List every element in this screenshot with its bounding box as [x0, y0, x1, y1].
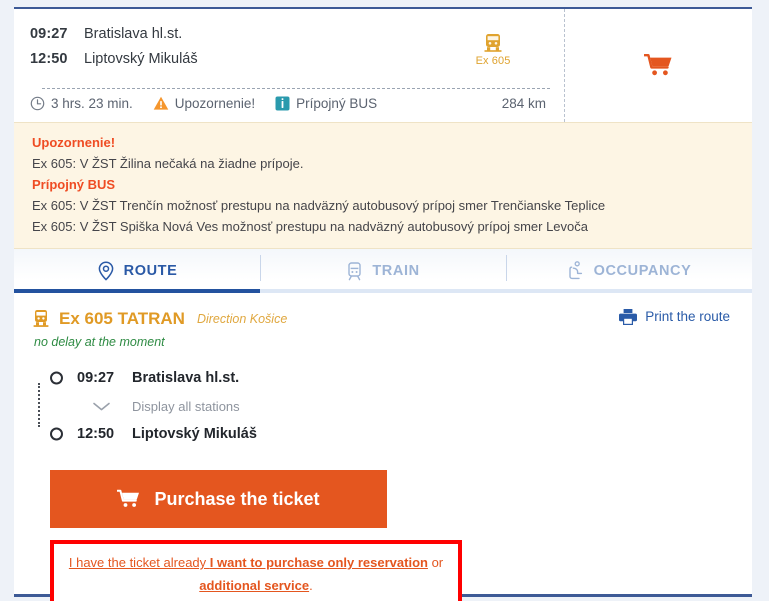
bus-connection-text: Prípojný BUS: [296, 96, 378, 111]
cart-cell[interactable]: [566, 9, 752, 122]
station-connector-line: [38, 383, 40, 428]
departure-time: 09:27: [30, 26, 68, 42]
print-route-label: Print the route: [645, 309, 730, 325]
station-row-departure: 09:27 Bratislava hl.st.: [50, 365, 734, 391]
tab-route-label: ROUTE: [123, 263, 178, 280]
tab-route[interactable]: ROUTE: [14, 249, 260, 294]
connection-card: 09:27 Bratislava hl.st. 12:50 Liptovský …: [14, 7, 752, 601]
reservation-plain-text: I have the ticket already: [68, 555, 210, 571]
train-icon: [458, 33, 528, 53]
notice-line-3: Ex 605: V ŽST Spiška Nová Ves možnosť pr…: [32, 219, 588, 235]
station-time: 09:27: [77, 370, 115, 387]
seated-person-icon: [567, 261, 585, 281]
tab-train-label: TRAIN: [372, 263, 420, 280]
chevron-down-icon[interactable]: [77, 401, 132, 412]
shopping-cart-icon: [117, 489, 141, 510]
purchase-ticket-label: Purchase the ticket: [154, 488, 320, 509]
additional-service-link[interactable]: additional service: [199, 578, 309, 593]
tab-separator: [506, 255, 507, 282]
connection-summary-left: 09:27 Bratislava hl.st. 12:50 Liptovský …: [14, 9, 565, 122]
reservation-notice-box: I have the ticket already I want to purc…: [50, 540, 462, 601]
delay-status: no delay at the moment: [34, 335, 165, 350]
purchase-ticket-button[interactable]: Purchase the ticket: [50, 470, 387, 529]
connection-summary: 09:27 Bratislava hl.st. 12:50 Liptovský …: [14, 9, 752, 122]
warning-triangle-icon: [153, 96, 169, 111]
station-list: 09:27 Bratislava hl.st. Display all stat…: [32, 365, 734, 447]
train-direction: Direction Košice: [196, 312, 288, 327]
train-badge: Ex 605: [458, 33, 528, 67]
arrival-time: 12:50: [30, 51, 68, 67]
summary-divider: [42, 88, 550, 89]
train-code-label: Ex 605: [475, 55, 511, 67]
notice-bus-title: Prípojný BUS: [32, 177, 116, 193]
warning-item[interactable]: Upozornenie!: [153, 96, 255, 111]
train-icon: [32, 309, 50, 329]
departure-station: Bratislava hl.st.: [84, 26, 183, 42]
tab-occupancy[interactable]: OCCUPANCY: [506, 249, 752, 294]
print-route-button[interactable]: Print the route: [619, 308, 730, 326]
bus-connection-item[interactable]: Prípojný BUS: [275, 96, 377, 111]
arrival-station: Liptovský Mikuláš: [84, 51, 198, 67]
info-icon: [275, 96, 290, 111]
reservation-end-text: .: [309, 578, 313, 594]
notice-band: Upozornenie! Ex 605: V ŽST Žilina nečaká…: [14, 122, 752, 250]
tab-separator: [260, 255, 261, 282]
train-name: Ex 605 TATRAN: [59, 309, 185, 329]
shopping-cart-icon[interactable]: [644, 53, 674, 79]
tab-bar: ROUTE TRAIN OCCUPANCY: [14, 249, 752, 294]
station-time: 12:50: [77, 426, 115, 443]
duration-text: 3 hrs. 23 min.: [51, 96, 133, 111]
clock-icon: [30, 96, 45, 111]
notice-warning-title: Upozornenie!: [32, 135, 116, 150]
warning-text: Upozornenie!: [174, 96, 256, 111]
printer-icon: [619, 308, 638, 326]
station-bullet-icon: [50, 427, 63, 441]
notice-line-2: Ex 605: V ŽST Trenčín možnosť prestupu n…: [32, 198, 606, 214]
train-icon: [346, 262, 363, 281]
station-bullet-icon: [50, 371, 63, 385]
tab-occupancy-label: OCCUPANCY: [593, 263, 692, 280]
tab-train[interactable]: TRAIN: [260, 249, 506, 294]
route-panel: Ex 605 TATRAN Direction Košice no delay …: [14, 293, 752, 601]
station-name: Liptovský Mikuláš: [132, 426, 257, 443]
reservation-link[interactable]: I have the ticket already I want to purc…: [69, 555, 428, 570]
page-root: 09:27 Bratislava hl.st. 12:50 Liptovský …: [0, 0, 769, 601]
display-all-stations-row[interactable]: Display all stations: [50, 393, 734, 419]
connection-meta: 3 hrs. 23 min. Upozornenie! Prípojný BUS: [30, 96, 554, 111]
station-row-arrival: 12:50 Liptovský Mikuláš: [50, 421, 734, 447]
reservation-or-text: or: [427, 555, 444, 571]
duration-item: 3 hrs. 23 min.: [30, 96, 133, 111]
distance-label: 284 km: [501, 96, 546, 111]
notice-line-1: Ex 605: V ŽST Žilina nečaká na žiadne pr…: [32, 156, 304, 172]
station-name: Bratislava hl.st.: [132, 370, 240, 387]
reservation-bold-text: I want to purchase only reservation: [209, 555, 428, 571]
display-all-stations-label[interactable]: Display all stations: [132, 399, 240, 414]
location-pin-icon: [97, 261, 115, 281]
